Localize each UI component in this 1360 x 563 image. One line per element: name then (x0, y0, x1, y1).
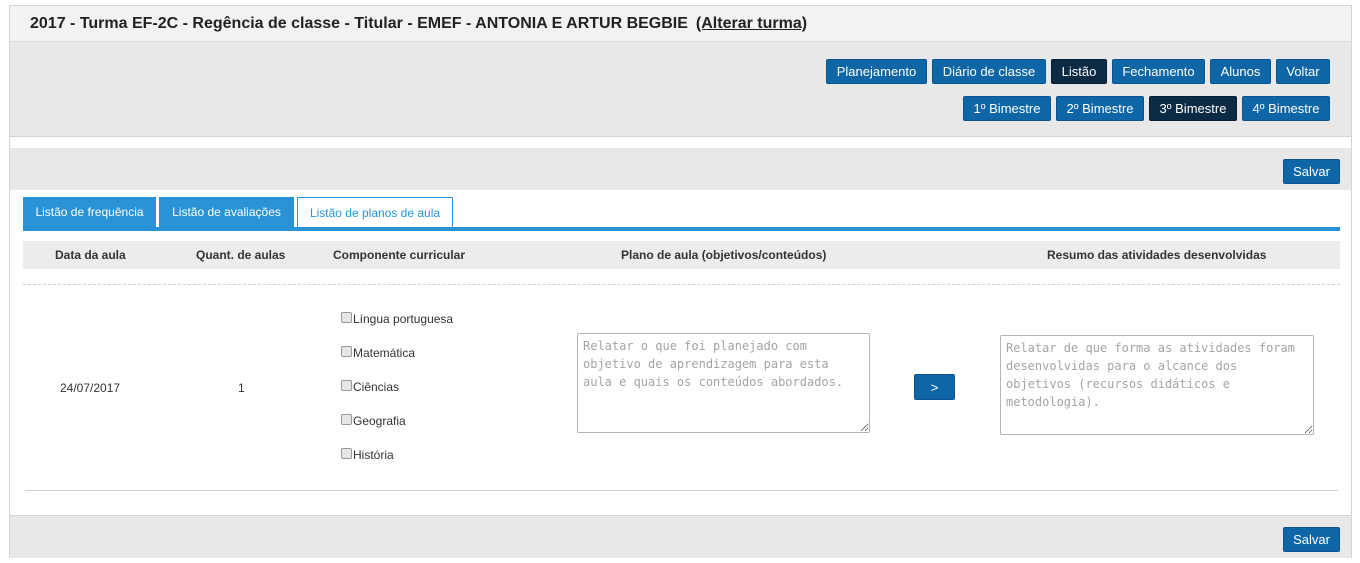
lesson-date: 24/07/2017 (60, 381, 121, 395)
bimester-2-button[interactable]: 2º Bimestre (1056, 96, 1144, 121)
top-save-bar: Salvar (10, 148, 1351, 190)
header-divider (23, 284, 1340, 285)
planning-button[interactable]: Planejamento (826, 59, 927, 84)
checkbox-box[interactable] (341, 447, 352, 459)
bottom-save-bar: Salvar (10, 515, 1351, 558)
component-label: Ciências (353, 380, 400, 394)
row-divider (25, 490, 1338, 491)
save-button-top[interactable]: Salvar (1283, 159, 1340, 184)
component-checkbox-history[interactable]: História (341, 447, 394, 462)
tab-bar: Listão de frequência Listão de avaliaçõe… (23, 197, 1340, 231)
tab-assessment-list[interactable]: Listão de avaliações (159, 197, 294, 227)
spacer (10, 138, 1351, 148)
checkbox-box[interactable] (341, 379, 352, 391)
component-label: Geografia (353, 414, 406, 428)
component-label: Língua portuguesa (353, 312, 454, 326)
col-header-date: Data da aula (55, 248, 126, 262)
back-button[interactable]: Voltar (1276, 59, 1330, 84)
col-header-summary: Resumo das atividades desenvolvidas (1047, 248, 1267, 262)
checkbox-box[interactable] (341, 413, 352, 425)
col-header-quantity: Quant. de aulas (196, 248, 286, 262)
copy-plan-button[interactable]: > (914, 374, 955, 400)
tab-lesson-plan-list[interactable]: Listão de planos de aula (297, 197, 453, 227)
save-button-bottom[interactable]: Salvar (1283, 527, 1340, 552)
bimester-3-button[interactable]: 3º Bimestre (1149, 96, 1237, 121)
component-checkbox-science[interactable]: Ciências (341, 379, 400, 394)
page-title-bar: 2017 - Turma EF-2C - Regência de classe … (10, 6, 1351, 42)
students-button[interactable]: Alunos (1210, 59, 1271, 84)
listao-button[interactable]: Listão (1051, 59, 1107, 84)
class-diary-button[interactable]: Diário de classe (932, 59, 1046, 84)
bimester-4-button[interactable]: 4º Bimestre (1242, 96, 1330, 121)
component-checkbox-geography[interactable]: Geografia (341, 413, 406, 428)
activity-summary-textarea[interactable] (1000, 335, 1314, 435)
page-title: 2017 - Turma EF-2C - Regência de classe … (30, 14, 688, 32)
main-panel: 2017 - Turma EF-2C - Regência de classe … (9, 5, 1352, 558)
checkbox-box[interactable] (341, 311, 352, 323)
component-label: Matemática (353, 346, 416, 360)
component-checkbox-portuguese[interactable]: Língua portuguesa (341, 311, 454, 326)
change-class-link[interactable]: (Alterar turma) (696, 15, 807, 33)
table-header: Data da aula Quant. de aulas Componente … (23, 241, 1340, 269)
component-label: História (353, 448, 394, 462)
component-checkbox-math[interactable]: Matemática (341, 345, 416, 360)
lesson-quantity: 1 (238, 381, 245, 395)
bimester-1-button[interactable]: 1º Bimestre (963, 96, 1051, 121)
lesson-plan-textarea[interactable] (577, 333, 870, 433)
checkbox-box[interactable] (341, 345, 352, 357)
closing-button[interactable]: Fechamento (1112, 59, 1205, 84)
col-header-component: Componente curricular (333, 248, 466, 262)
navigation-area: Planejamento Diário de classe Listão Fec… (10, 42, 1351, 137)
col-header-plan: Plano de aula (objetivos/conteúdos) (621, 248, 827, 262)
tab-attendance-list[interactable]: Listão de frequência (23, 197, 156, 227)
